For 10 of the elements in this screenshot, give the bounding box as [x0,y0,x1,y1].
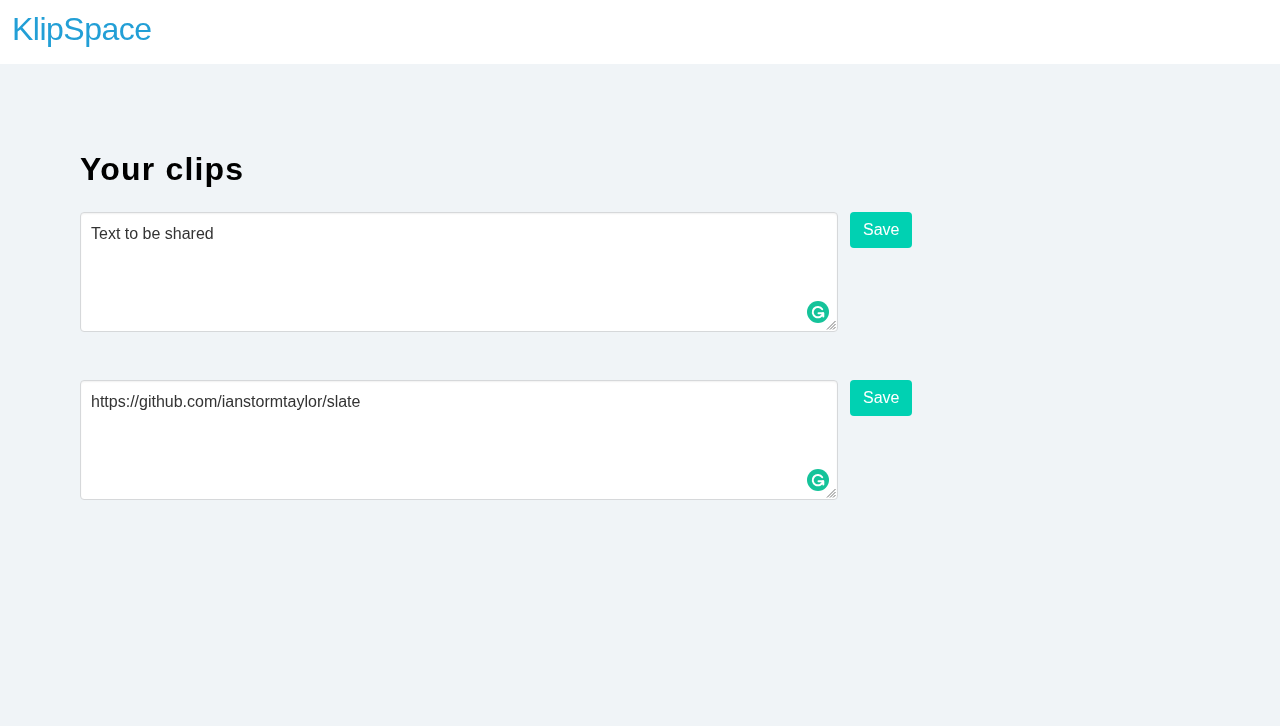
clip-textarea[interactable]: https://github.com/ianstormtaylor/slate [80,380,838,500]
resize-grip-icon[interactable] [826,320,836,330]
save-button[interactable]: Save [850,380,913,416]
g-letter-icon[interactable] [807,301,829,323]
page-title: Your clips [80,150,245,188]
save-button[interactable]: Save [850,212,913,248]
app-logo[interactable]: KlipSpace [12,10,152,48]
resize-grip-icon[interactable] [826,488,836,498]
clip-textarea[interactable]: Text to be shared [80,212,838,332]
g-letter-icon[interactable] [807,469,829,491]
